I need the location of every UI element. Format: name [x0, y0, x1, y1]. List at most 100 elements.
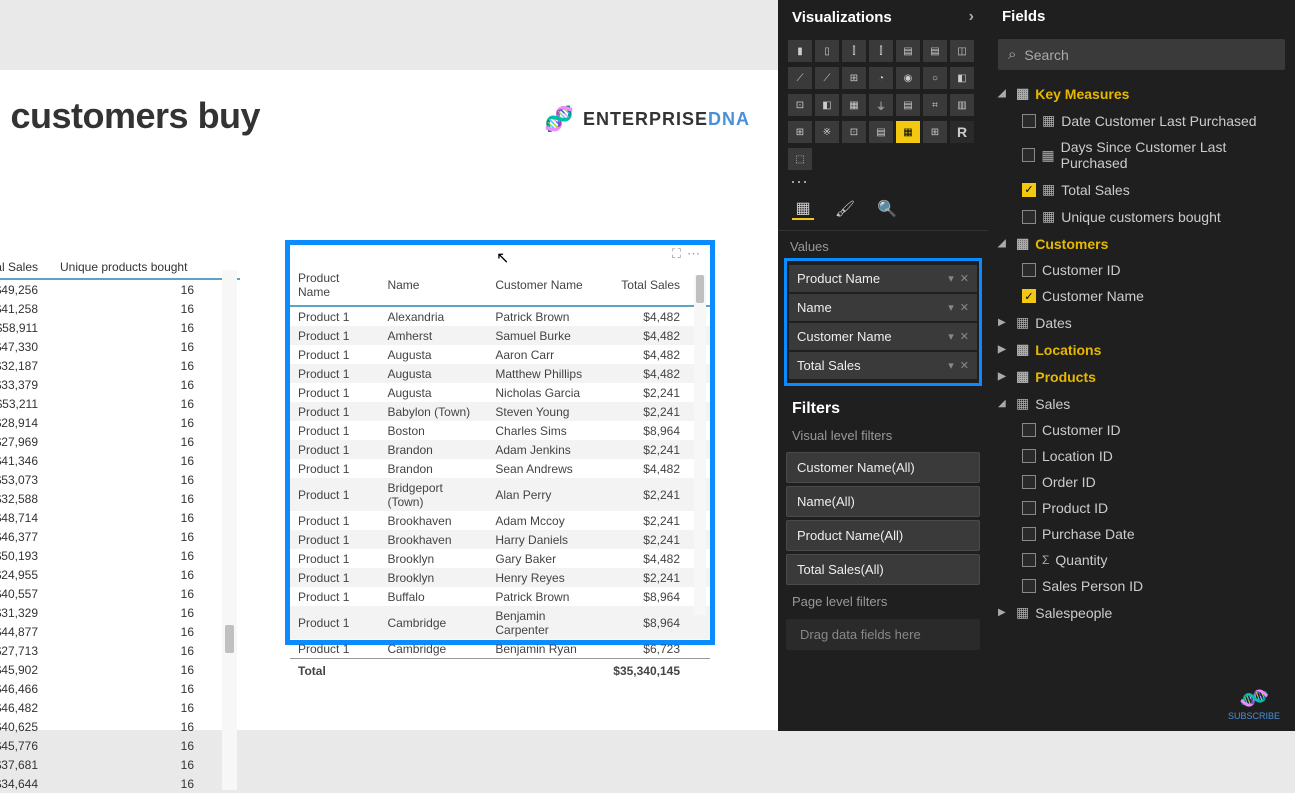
field-checkbox[interactable] [1022, 210, 1036, 224]
field-item[interactable]: Product ID [992, 495, 1291, 521]
table-row[interactable]: $32,18716 [0, 356, 240, 375]
field-checkbox[interactable] [1022, 148, 1035, 162]
scrollbar-thumb[interactable] [696, 275, 704, 303]
table-row[interactable]: $53,21116 [0, 394, 240, 413]
viz-type-icon[interactable]: ⊞ [788, 121, 812, 143]
column-header[interactable]: Name [379, 265, 487, 306]
left-table-visual[interactable]: tal Sales Unique products bought $49,256… [0, 260, 240, 793]
remove-field-icon[interactable]: ✕ [960, 330, 969, 343]
fields-tab-icon[interactable]: ▦ [792, 198, 814, 220]
table-row[interactable]: $58,91116 [0, 318, 240, 337]
table-row[interactable]: Product 1BrookhavenHarry Daniels$2,241 [290, 530, 710, 549]
table-row[interactable]: $32,58816 [0, 489, 240, 508]
table-row[interactable]: $34,64416 [0, 774, 240, 793]
table-row[interactable]: Product 1BrookhavenAdam Mccoy$2,241 [290, 511, 710, 530]
remove-field-icon[interactable]: ✕ [960, 359, 969, 372]
more-visuals-icon[interactable]: ⋯ [778, 176, 988, 192]
table-row[interactable]: Product 1BrandonSean Andrews$4,482 [290, 459, 710, 478]
table-row[interactable]: $40,62516 [0, 717, 240, 736]
collapse-panel-icon[interactable]: › [969, 8, 974, 26]
chevron-down-icon[interactable]: ▾ [948, 272, 954, 285]
table-row[interactable]: $41,34616 [0, 451, 240, 470]
table-row[interactable]: $49,25616 [0, 280, 240, 299]
field-item[interactable]: ▦Date Customer Last Purchased [992, 107, 1291, 134]
viz-type-icon[interactable]: ⟋ [815, 67, 839, 89]
table-row[interactable]: Product 1Bridgeport (Town)Alan Perry$2,2… [290, 478, 710, 511]
fields-search-input[interactable]: ⌕ Search [998, 39, 1285, 70]
table-row[interactable]: Product 1BrandonAdam Jenkins$2,241 [290, 440, 710, 459]
table-row[interactable]: $37,68116 [0, 755, 240, 774]
viz-type-icon[interactable]: ⟋ [788, 67, 812, 89]
viz-type-icon[interactable]: ▤ [869, 121, 893, 143]
viz-type-icon[interactable]: ⬚ [788, 148, 812, 170]
viz-type-icon[interactable]: ▦ [896, 121, 920, 143]
table-node[interactable]: ◢▦Sales [992, 390, 1291, 417]
field-item[interactable]: Purchase Date [992, 521, 1291, 547]
field-item[interactable]: Order ID [992, 469, 1291, 495]
field-checkbox[interactable] [1022, 475, 1036, 489]
table-row[interactable]: $28,91416 [0, 413, 240, 432]
column-header[interactable]: Product Name [290, 265, 379, 306]
field-item[interactable]: ✓▦Total Sales [992, 176, 1291, 203]
viz-type-icon[interactable]: ▥ [950, 94, 974, 116]
chevron-down-icon[interactable]: ▾ [948, 301, 954, 314]
table-row[interactable]: Product 1BrooklynGary Baker$4,482 [290, 549, 710, 568]
field-checkbox[interactable] [1022, 501, 1036, 515]
table-row[interactable]: Product 1CambridgeBenjamin Carpenter$8,9… [290, 606, 710, 639]
remove-field-icon[interactable]: ✕ [960, 301, 969, 314]
table-row[interactable]: Product 1CambridgeBenjamin Ryan$6,723 [290, 639, 710, 659]
table-row[interactable]: Product 1BrooklynHenry Reyes$2,241 [290, 568, 710, 587]
filter-pill[interactable]: Customer Name(All) [786, 452, 980, 483]
field-checkbox[interactable] [1022, 579, 1036, 593]
field-checkbox[interactable]: ✓ [1022, 289, 1036, 303]
table-row[interactable]: Product 1BuffaloPatrick Brown$8,964 [290, 587, 710, 606]
table-node[interactable]: ◢▦Customers [992, 230, 1291, 257]
chevron-down-icon[interactable]: ▾ [948, 359, 954, 372]
viz-type-icon[interactable]: ◫ [950, 40, 974, 62]
table-node[interactable]: ◢▦Key Measures [992, 80, 1291, 107]
viz-type-icon[interactable]: ▤ [896, 40, 920, 62]
table-row[interactable]: $45,90216 [0, 660, 240, 679]
format-tab-icon[interactable]: 🖌 [834, 198, 856, 220]
field-well-item[interactable]: Customer Name▾✕ [789, 323, 977, 350]
table-row[interactable]: $40,55716 [0, 584, 240, 603]
page-filters-dropzone[interactable]: Drag data fields here [786, 619, 980, 650]
chevron-down-icon[interactable]: ▾ [948, 330, 954, 343]
left-table-scrollbar[interactable] [222, 270, 237, 790]
table-row[interactable]: Product 1AugustaAaron Carr$4,482 [290, 345, 710, 364]
field-checkbox[interactable] [1022, 263, 1036, 277]
viz-type-icon[interactable]: ▦ [842, 94, 866, 116]
table-row[interactable]: $46,37716 [0, 527, 240, 546]
viz-type-icon[interactable]: R [950, 121, 974, 143]
field-item[interactable]: ✓Customer Name [992, 283, 1291, 309]
filter-pill[interactable]: Product Name(All) [786, 520, 980, 551]
viz-type-icon[interactable]: ⫿ [869, 40, 893, 62]
viz-type-icon[interactable]: ⊡ [788, 94, 812, 116]
viz-type-icon[interactable]: ▮ [788, 40, 812, 62]
field-item[interactable]: Location ID [992, 443, 1291, 469]
viz-type-icon[interactable]: ⊞ [923, 121, 947, 143]
subscribe-badge[interactable]: 🧬 SUBSCRIBE [1228, 686, 1280, 721]
table-row[interactable]: $24,95516 [0, 565, 240, 584]
viz-type-icon[interactable]: ○ [923, 67, 947, 89]
viz-type-icon[interactable]: ⏚ [869, 94, 893, 116]
field-checkbox[interactable] [1022, 423, 1036, 437]
viz-type-icon[interactable]: ▤ [923, 40, 947, 62]
field-well-item[interactable]: Name▾✕ [789, 294, 977, 321]
main-table-scrollbar[interactable] [694, 275, 706, 615]
table-row[interactable]: $46,48216 [0, 698, 240, 717]
table-node[interactable]: ▶▦Dates [992, 309, 1291, 336]
table-row[interactable]: $31,32916 [0, 603, 240, 622]
main-table-visual[interactable]: ⛶ ⋯ ↖ Product NameNameCustomer NameTotal… [285, 240, 715, 645]
field-item[interactable]: ▦Days Since Customer Last Purchased [992, 134, 1291, 176]
table-row[interactable]: Product 1AugustaMatthew Phillips$4,482 [290, 364, 710, 383]
table-node[interactable]: ▶▦Salespeople [992, 599, 1291, 626]
viz-type-icon[interactable]: ◉ [896, 67, 920, 89]
viz-type-icon[interactable]: ◔ [869, 67, 893, 89]
field-item[interactable]: Customer ID [992, 417, 1291, 443]
canvas-page[interactable]: id customers buy 🧬 ENTERPRISE DNA tal Sa… [0, 70, 780, 730]
viz-type-icon[interactable]: ⫿ [842, 40, 866, 62]
viz-type-icon[interactable]: ◧ [815, 94, 839, 116]
table-row[interactable]: $46,46616 [0, 679, 240, 698]
field-checkbox[interactable] [1022, 114, 1036, 128]
